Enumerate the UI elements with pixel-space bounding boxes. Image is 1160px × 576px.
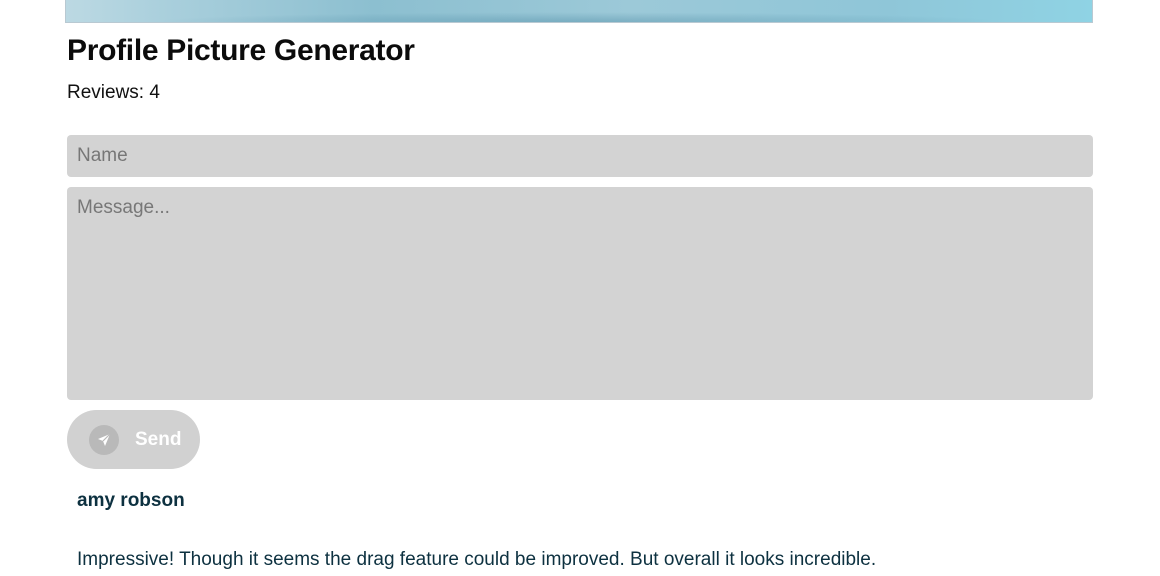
message-input[interactable] bbox=[67, 187, 1093, 400]
review-author: amy robson bbox=[77, 490, 185, 511]
review-text: Impressive! Though it seems the drag fea… bbox=[77, 549, 877, 570]
send-label: Send bbox=[135, 428, 182, 450]
paper-plane-icon bbox=[89, 424, 119, 455]
reviews-count: Reviews: 4 bbox=[67, 82, 160, 103]
send-button[interactable]: Send bbox=[67, 410, 200, 469]
name-input[interactable] bbox=[67, 135, 1093, 177]
banner-image bbox=[65, 0, 1093, 23]
page: Profile Picture Generator Reviews: 4 Sen… bbox=[0, 0, 1160, 576]
page-title: Profile Picture Generator bbox=[67, 34, 415, 67]
